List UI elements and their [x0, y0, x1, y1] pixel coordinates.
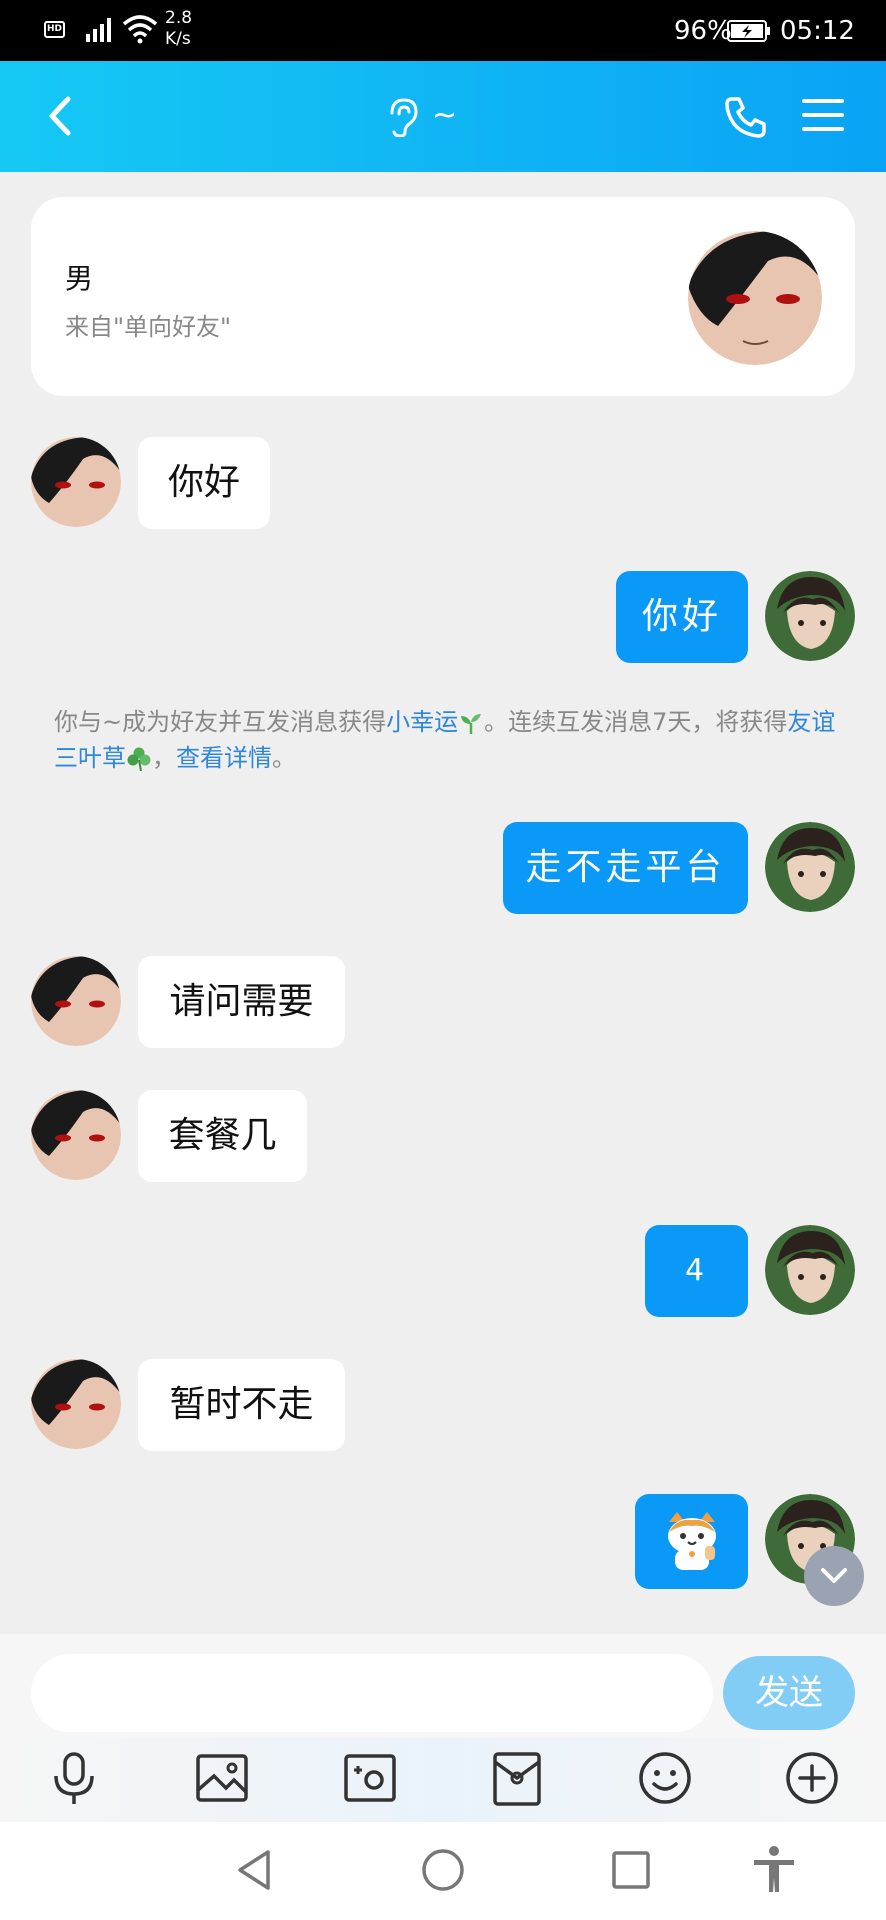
my-avatar[interactable]: [765, 571, 855, 661]
emoji-icon[interactable]: [635, 1748, 695, 1808]
my-avatar[interactable]: [765, 822, 855, 912]
plus-icon[interactable]: [782, 1748, 842, 1808]
scroll-to-bottom-button[interactable]: [804, 1546, 864, 1606]
system-note-text: 你与~成为好友并互发消息获得: [54, 708, 387, 736]
friend-profile-card[interactable]: 男 来自"单向好友": [31, 197, 855, 396]
system-note-text: ，: [152, 744, 176, 772]
nav-back-icon[interactable]: [228, 1844, 280, 1896]
battery-charging-icon: [727, 20, 770, 42]
network-speed-value: 2.8: [165, 8, 193, 28]
wifi-icon: [122, 15, 158, 44]
send-button[interactable]: 发送: [723, 1656, 855, 1730]
image-icon[interactable]: [192, 1748, 252, 1808]
profile-source: 来自"单向好友": [65, 313, 232, 341]
chevron-down-icon: [821, 1568, 847, 1583]
battery-percent: 96%: [674, 16, 732, 46]
message-bubble-outgoing[interactable]: 4: [645, 1225, 748, 1317]
friend-avatar[interactable]: [31, 956, 121, 1046]
back-icon[interactable]: [40, 91, 80, 141]
status-bar: HD 2.8 K/s 96% 05:12: [0, 0, 886, 61]
menu-icon[interactable]: [800, 95, 846, 135]
clock: 05:12: [780, 16, 855, 46]
little-luck-link[interactable]: 小幸运: [386, 708, 458, 736]
network-speed: 2.8 K/s: [165, 8, 192, 50]
chat-header: ~: [0, 61, 886, 172]
network-speed-unit: K/s: [165, 29, 191, 49]
message-bubble-incoming[interactable]: 请问需要: [138, 956, 345, 1048]
clover-icon: [127, 747, 151, 772]
friend-avatar[interactable]: [31, 437, 121, 527]
cat-sticker-icon: [668, 1512, 716, 1570]
friend-avatar[interactable]: [688, 231, 822, 365]
my-avatar[interactable]: [765, 1225, 855, 1315]
message-bubble-incoming[interactable]: 暂时不走: [138, 1359, 345, 1451]
system-nav-bar: [0, 1822, 886, 1920]
friend-avatar[interactable]: [31, 1090, 121, 1180]
nav-home-icon[interactable]: [417, 1844, 469, 1896]
message-input[interactable]: [31, 1654, 713, 1732]
red-packet-icon[interactable]: [487, 1748, 547, 1808]
ear-icon[interactable]: [384, 97, 420, 137]
nav-recents-icon[interactable]: [605, 1844, 657, 1896]
message-input-bar: 发送: [0, 1634, 886, 1738]
message-bubble-incoming[interactable]: 套餐几: [138, 1090, 307, 1182]
system-note-text: 。连续互发消息7天，将获得: [484, 708, 788, 736]
friendship-system-note: 你与~成为好友并互发消息获得小幸运 。连续互发消息7天，将获得友谊三叶草 ，查看详情…: [54, 704, 844, 776]
system-note-text: 。: [272, 744, 296, 772]
message-bubble-outgoing-sticker[interactable]: [635, 1494, 748, 1589]
message-bubble-incoming[interactable]: 你好: [138, 437, 270, 529]
message-bubble-outgoing[interactable]: 走不走平台: [503, 822, 748, 914]
chat-title: ~: [432, 98, 458, 133]
accessibility-icon[interactable]: [748, 1844, 800, 1896]
signal-icon: [86, 18, 111, 42]
camera-icon[interactable]: [340, 1748, 400, 1808]
message-bubble-outgoing[interactable]: 你好: [616, 571, 748, 663]
phone-icon[interactable]: [722, 93, 770, 141]
microphone-icon[interactable]: [44, 1748, 104, 1808]
profile-gender: 男: [65, 262, 94, 295]
sprout-icon: [461, 714, 482, 734]
chat-toolbar: [0, 1738, 886, 1822]
friend-avatar[interactable]: [31, 1359, 121, 1449]
hd-icon: HD: [44, 21, 65, 38]
view-details-link[interactable]: 查看详情: [176, 744, 272, 772]
